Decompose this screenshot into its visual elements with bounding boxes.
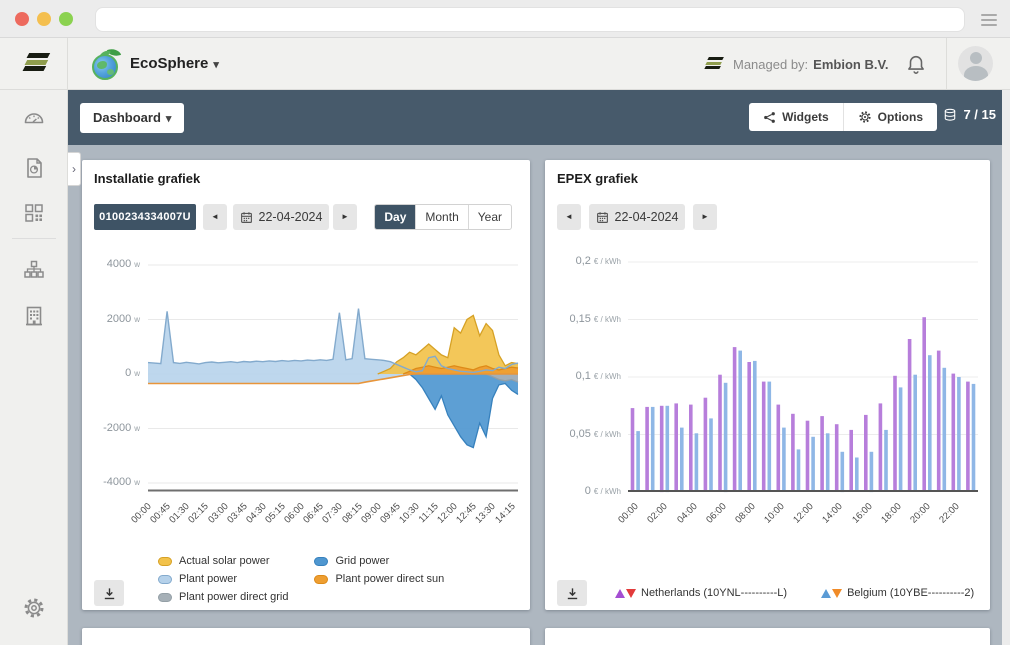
maximize-window-button[interactable] (59, 12, 73, 26)
triangle-up-icon (821, 589, 831, 598)
dashboard-icon[interactable] (22, 106, 46, 130)
app-name[interactable]: EcoSphere▾ (130, 55, 219, 72)
legend-swatch-icon (314, 557, 328, 566)
address-bar[interactable] (95, 7, 965, 32)
legend-swatch-icon (314, 575, 328, 584)
layers-database-icon (943, 108, 957, 122)
legend-item[interactable]: Grid power (314, 552, 444, 570)
close-window-button[interactable] (15, 12, 29, 26)
scrollbar-track[interactable] (1002, 90, 1010, 645)
epex-chart[interactable] (628, 258, 978, 492)
prev-date-button[interactable]: ◄ (557, 204, 581, 230)
app-header: EcoSphere▾ Managed by: Embion B.V. (0, 38, 1010, 90)
next-date-button[interactable]: ► (333, 204, 357, 230)
dashboard-navbar: Dashboard▾ Widgets Options 7 / 15 (68, 90, 1002, 145)
ecosphere-logo-icon (92, 50, 122, 80)
next-widget-partial (545, 628, 990, 645)
header-divider (946, 38, 947, 90)
chart-legend: Netherlands (10YNL----------L) Belgium (… (615, 587, 974, 599)
widget-title: EPEX grafiek (557, 171, 638, 186)
report-icon[interactable] (22, 156, 46, 180)
chart-legend: Actual solar power Plant power Plant pow… (158, 552, 444, 606)
x-axis-labels: 00:0000:4501:3002:1503:0003:4504:3005:15… (148, 494, 518, 540)
browser-menu-icon[interactable] (981, 14, 997, 29)
network-icon[interactable] (22, 258, 46, 282)
browser-chrome (0, 0, 1010, 38)
sidebar-expand-tab[interactable]: › (68, 152, 81, 186)
date-picker-button[interactable]: 22-04-2024 (233, 204, 329, 230)
legend-item[interactable]: Belgium (10YBE----------2) (821, 587, 974, 599)
y-axis-labels: 0,2€ / kWh0,15€ / kWh0,1€ / kWh0,05€ / k… (547, 258, 621, 492)
next-date-button[interactable]: ► (693, 204, 717, 230)
sidebar (0, 90, 68, 645)
date-picker-button[interactable]: 22-04-2024 (589, 204, 685, 230)
options-button[interactable]: Options (843, 103, 937, 131)
next-widget-partial (82, 628, 530, 645)
user-avatar[interactable] (958, 46, 993, 81)
triangle-down-icon (626, 589, 636, 598)
settings-gear-icon[interactable] (22, 596, 46, 620)
calendar-icon (596, 211, 609, 224)
dashboard-content: Installatie grafiek 0100234334007U ◄ 22-… (68, 145, 1002, 645)
minimize-window-button[interactable] (37, 12, 51, 26)
tab-month[interactable]: Month (415, 205, 467, 229)
embion-logo-cell[interactable] (0, 38, 68, 90)
installatie-grafiek-widget: Installatie grafiek 0100234334007U ◄ 22-… (82, 160, 530, 610)
tab-year[interactable]: Year (468, 205, 511, 229)
buildings-icon[interactable] (22, 304, 46, 328)
prev-date-button[interactable]: ◄ (203, 204, 227, 230)
widgets-grid-icon[interactable] (22, 201, 46, 225)
widgets-button[interactable]: Widgets (749, 103, 843, 131)
legend-item[interactable]: Plant power (158, 570, 288, 588)
range-tabs: Day Month Year (374, 204, 512, 230)
dashboard-selector-button[interactable]: Dashboard▾ (80, 103, 184, 133)
x-axis-labels: 00:0002:0004:0006:0008:0010:0012:0014:00… (628, 494, 978, 540)
download-button[interactable] (94, 580, 124, 606)
embion-mini-logo-icon (705, 57, 723, 72)
widget-counter: 7 / 15 (943, 107, 996, 122)
managed-by-label: Managed by: (733, 57, 808, 72)
gear-icon (858, 110, 872, 124)
browser-window: EcoSphere▾ Managed by: Embion B.V. (0, 0, 1010, 645)
managed-by: Managed by: Embion B.V. (705, 38, 889, 90)
y-axis-labels: 4000w2000w0w-2000w-4000w (86, 258, 140, 492)
chevron-down-icon: ▾ (166, 113, 172, 125)
calendar-icon (240, 211, 253, 224)
notifications-bell-icon[interactable] (905, 53, 927, 75)
triangle-down-icon (832, 589, 842, 598)
epex-grafiek-widget: EPEX grafiek ◄ 22-04-2024 ► 0,2€ / kWh0,… (545, 160, 990, 610)
sidebar-divider (12, 238, 56, 239)
installatie-chart[interactable] (148, 258, 518, 492)
tab-day[interactable]: Day (375, 205, 415, 229)
legend-item[interactable]: Netherlands (10YNL----------L) (615, 587, 787, 599)
download-icon (102, 586, 117, 601)
chevron-down-icon: ▾ (213, 59, 219, 71)
triangle-up-icon (615, 589, 625, 598)
widget-title: Installatie grafiek (94, 171, 200, 186)
legend-swatch-icon (158, 557, 172, 566)
download-icon (565, 586, 580, 601)
managed-by-company: Embion B.V. (813, 57, 888, 72)
embion-logo-icon (24, 53, 49, 73)
legend-swatch-icon (158, 575, 172, 584)
legend-item[interactable]: Actual solar power (158, 552, 288, 570)
device-serial-badge[interactable]: 0100234334007U (94, 204, 196, 230)
share-nodes-icon (763, 111, 776, 124)
legend-swatch-icon (158, 593, 172, 602)
legend-item[interactable]: Plant power direct grid (158, 588, 288, 606)
legend-item[interactable]: Plant power direct sun (314, 570, 444, 588)
download-button[interactable] (557, 580, 587, 606)
